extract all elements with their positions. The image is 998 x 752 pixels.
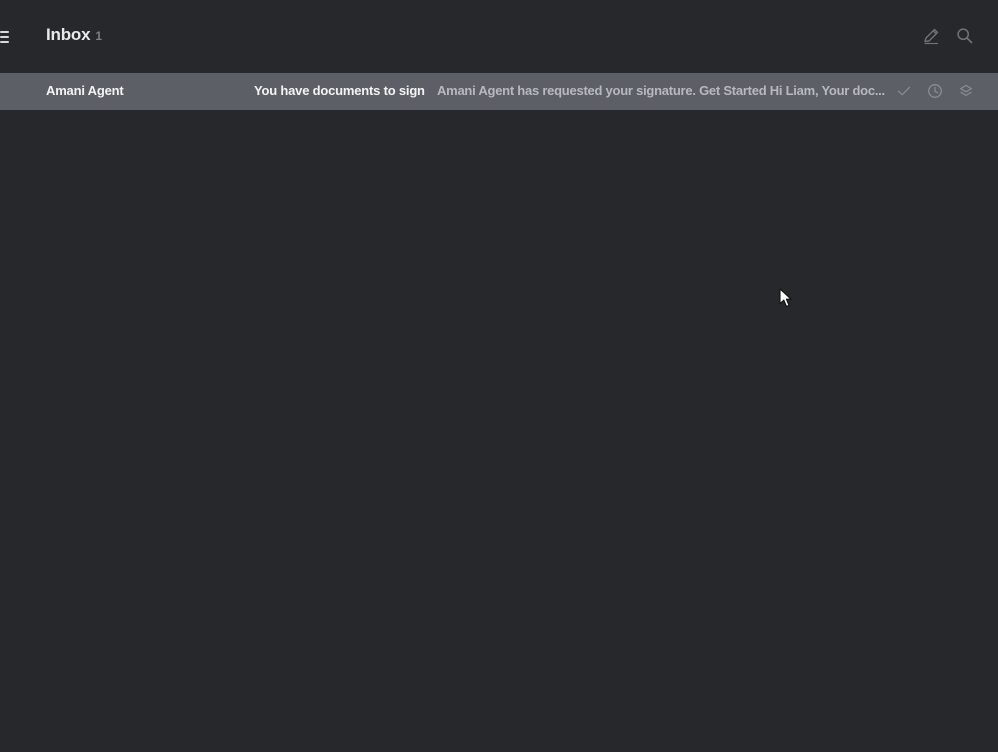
menu-icon[interactable]	[0, 30, 10, 44]
compose-icon-graphic	[924, 28, 939, 45]
page-title-group: Inbox 1	[46, 25, 102, 49]
done-icon-graphic	[897, 86, 911, 96]
empty-content-area	[0, 110, 998, 752]
archive-icon-graphic	[960, 84, 972, 96]
menu-line	[0, 41, 9, 43]
snooze-icon[interactable]	[925, 81, 945, 101]
search-icon[interactable]	[955, 26, 975, 46]
compose-icon[interactable]	[921, 26, 941, 46]
menu-line	[0, 31, 9, 33]
message-preview: Amani Agent has requested your signature…	[437, 83, 885, 98]
inbox-header: Inbox 1	[0, 0, 998, 73]
done-icon[interactable]	[894, 81, 914, 101]
unread-count-badge: 1	[95, 29, 103, 43]
archive-icon[interactable]	[956, 81, 976, 101]
message-subject: You have documents to sign	[254, 83, 425, 98]
search-icon-graphic	[957, 28, 973, 44]
message-row[interactable]: Amani Agent You have documents to sign A…	[0, 73, 998, 110]
snooze-icon-graphic	[928, 84, 942, 98]
message-sender: Amani Agent	[46, 83, 124, 98]
page-title: Inbox	[46, 25, 91, 44]
mail-app: Inbox 1 Amani Agent You have documents t…	[0, 0, 998, 752]
menu-line	[0, 36, 9, 38]
